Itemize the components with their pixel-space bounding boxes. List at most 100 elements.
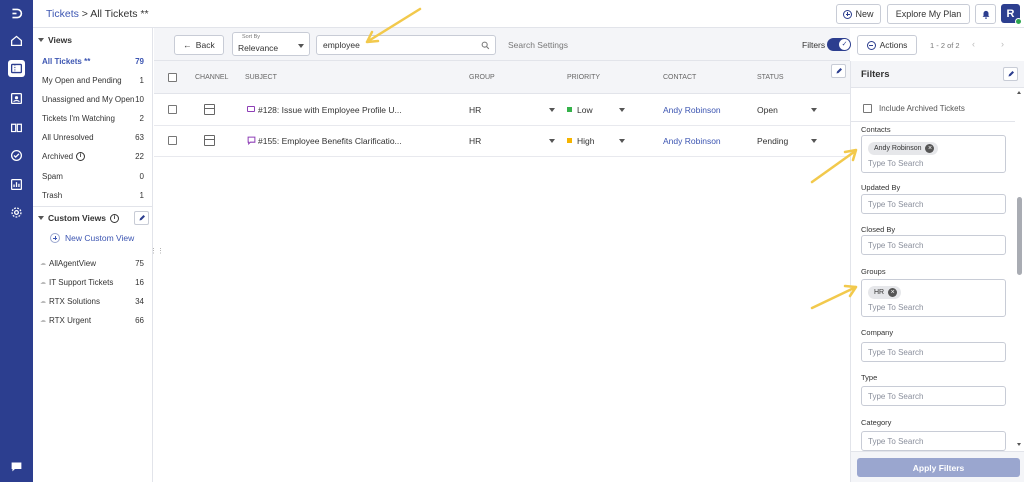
ticket-subject-link[interactable]: #155: Employee Benefits Clarificatio... <box>258 136 402 146</box>
groups-filter-input[interactable]: HR × Type To Search <box>861 279 1006 317</box>
ticket-contact-link[interactable]: Andy Robinson <box>663 105 721 115</box>
ticket-status[interactable]: Open <box>757 105 778 115</box>
next-page-icon[interactable]: › <box>1001 39 1004 49</box>
home-icon[interactable] <box>8 32 25 49</box>
custom-view-item[interactable]: ☁ RTX Solutions 34 <box>33 292 153 311</box>
chevron-down-icon <box>38 38 44 42</box>
custom-views-title: Custom Views <box>48 213 106 223</box>
column-header-status[interactable]: STATUS <box>757 74 784 81</box>
search-input[interactable]: employee <box>316 35 496 55</box>
scroll-up-icon[interactable] <box>1017 91 1021 94</box>
view-item-count: 0 <box>139 172 144 181</box>
priority-high-dot <box>567 138 572 143</box>
custom-view-item[interactable]: ☁ RTX Urgent 66 <box>33 311 153 330</box>
view-item-label: Spam <box>42 172 63 181</box>
new-custom-view-link[interactable]: New Custom View <box>50 233 134 243</box>
filter-divider <box>851 121 1015 122</box>
groups-filter-label: Groups <box>861 267 886 276</box>
remove-chip-icon[interactable]: × <box>888 288 898 297</box>
back-button-label: Back <box>195 40 215 50</box>
group-dropdown-chevron-icon[interactable] <box>549 108 555 112</box>
ticket-priority[interactable]: Low <box>577 105 593 115</box>
column-header-contact[interactable]: CONTACT <box>663 74 696 81</box>
table-row[interactable]: #128: Issue with Employee Profile U... H… <box>154 95 850 126</box>
sort-by-select[interactable]: Sort By Relevance <box>232 32 310 56</box>
ticket-subject-link[interactable]: #128: Issue with Employee Profile U... <box>258 105 402 115</box>
views-section-header[interactable]: Views <box>33 31 153 49</box>
priority-dropdown-chevron-icon[interactable] <box>619 139 625 143</box>
select-all-checkbox[interactable] <box>168 73 177 82</box>
filters-scrollbar-thumb[interactable] <box>1017 197 1022 275</box>
back-button[interactable]: ← Back <box>174 35 224 55</box>
custom-view-item[interactable]: ☁ AllAgentView 75 <box>33 254 153 273</box>
chat-icon[interactable] <box>8 458 25 475</box>
updated-by-filter-input[interactable]: Type To Search <box>861 194 1006 214</box>
scroll-down-icon[interactable] <box>1017 443 1021 446</box>
filters-scrollbar[interactable] <box>1017 89 1022 451</box>
edit-columns-button[interactable] <box>831 64 846 78</box>
category-placeholder: Type To Search <box>868 436 924 446</box>
contacts-icon[interactable] <box>8 90 25 107</box>
filters-panel: Filters Include Archived Tickets Contact… <box>850 61 1024 482</box>
ticket-group[interactable]: HR <box>469 105 481 115</box>
remove-chip-icon[interactable]: × <box>925 144 935 153</box>
priority-dropdown-chevron-icon[interactable] <box>619 108 625 112</box>
closed-by-filter-input[interactable]: Type To Search <box>861 235 1006 255</box>
new-button[interactable]: New <box>836 4 881 24</box>
knowledge-base-icon[interactable] <box>8 119 25 136</box>
view-item-watching[interactable]: Tickets I'm Watching 2 <box>33 109 153 128</box>
company-filter-input[interactable]: Type To Search <box>861 342 1006 362</box>
reports-icon[interactable] <box>8 176 25 193</box>
info-icon[interactable]: i <box>109 213 119 223</box>
pencil-icon <box>836 68 842 74</box>
view-item-all-unresolved[interactable]: All Unresolved 63 <box>33 128 153 147</box>
view-item-unassigned-my-open[interactable]: Unassigned and My Open 10 <box>33 90 153 109</box>
row-checkbox[interactable] <box>168 136 177 145</box>
row-checkbox[interactable] <box>168 105 177 114</box>
view-item-spam[interactable]: Spam 0 <box>33 167 153 186</box>
status-dropdown-chevron-icon[interactable] <box>811 139 817 143</box>
user-avatar[interactable]: R <box>1001 4 1022 25</box>
include-archived-checkbox[interactable] <box>863 104 872 113</box>
edit-custom-views-button[interactable] <box>134 211 149 225</box>
search-settings-link[interactable]: Search Settings <box>508 40 568 50</box>
contact-chip: Andy Robinson × <box>868 142 939 155</box>
actions-button[interactable]: Actions <box>857 35 917 55</box>
ticket-contact-link[interactable]: Andy Robinson <box>663 136 721 146</box>
contacts-filter-input[interactable]: Andy Robinson × Type To Search <box>861 135 1006 173</box>
view-item-archived[interactable]: Archived i 22 <box>33 147 153 166</box>
breadcrumb-tickets-link[interactable]: Tickets <box>46 8 79 20</box>
edit-filters-button[interactable] <box>1003 67 1018 81</box>
column-header-priority[interactable]: PRIORITY <box>567 74 600 81</box>
type-filter-input[interactable]: Type To Search <box>861 386 1006 406</box>
ticket-group[interactable]: HR <box>469 136 481 146</box>
column-header-subject[interactable]: SUBJECT <box>245 74 277 81</box>
settings-icon[interactable] <box>8 204 25 221</box>
info-icon[interactable]: i <box>76 152 86 161</box>
group-dropdown-chevron-icon[interactable] <box>549 139 555 143</box>
apply-filters-button[interactable]: Apply Filters <box>857 458 1020 477</box>
column-header-group[interactable]: GROUP <box>469 74 495 81</box>
category-filter-input[interactable]: Type To Search <box>861 431 1006 451</box>
channel-portal-icon <box>204 135 215 146</box>
custom-view-count: 66 <box>135 316 144 325</box>
logo-icon[interactable] <box>8 5 25 22</box>
view-item-all-tickets[interactable]: All Tickets ** 79 <box>33 52 153 71</box>
table-row[interactable]: #155: Employee Benefits Clarificatio... … <box>154 126 850 157</box>
custom-view-item[interactable]: ☁ IT Support Tickets 16 <box>33 273 153 292</box>
tickets-icon[interactable] <box>8 60 25 77</box>
explore-plan-button[interactable]: Explore My Plan <box>887 4 970 24</box>
view-item-my-open-pending[interactable]: My Open and Pending 1 <box>33 71 153 90</box>
ticket-status[interactable]: Pending <box>757 136 788 146</box>
notifications-button[interactable] <box>975 4 996 24</box>
filters-toggle[interactable]: ✓ <box>827 38 851 51</box>
tasks-icon[interactable] <box>8 147 25 164</box>
prev-page-icon[interactable]: ‹ <box>972 39 975 49</box>
view-item-trash[interactable]: Trash 1 <box>33 186 153 205</box>
column-header-channel[interactable]: CHANNEL <box>195 74 228 81</box>
custom-view-count: 34 <box>135 297 144 306</box>
ticket-priority[interactable]: High <box>577 136 594 146</box>
closed-by-placeholder: Type To Search <box>868 240 924 250</box>
status-dropdown-chevron-icon[interactable] <box>811 108 817 112</box>
company-placeholder: Type To Search <box>868 347 924 357</box>
